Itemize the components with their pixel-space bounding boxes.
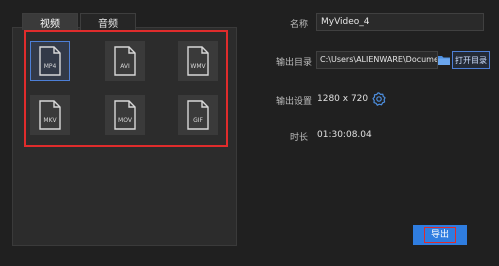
format-tile-mov[interactable]: MOV bbox=[105, 95, 145, 135]
output-settings-label: 输出设置 bbox=[276, 97, 313, 107]
gear-icon[interactable] bbox=[372, 92, 386, 106]
file-icon: MP4 bbox=[39, 46, 61, 76]
tab-bar: 视频 音频 bbox=[22, 13, 136, 30]
format-tile-wmv[interactable]: WMV bbox=[178, 41, 218, 81]
file-icon: MKV bbox=[39, 100, 61, 130]
export-button-label: 导出 bbox=[423, 227, 456, 243]
file-icon: WMV bbox=[187, 46, 209, 76]
folder-icon[interactable] bbox=[437, 53, 451, 67]
output-dir-label: 输出目录 bbox=[276, 58, 313, 68]
open-directory-button[interactable]: 打开目录 bbox=[452, 51, 490, 69]
format-label: WMV bbox=[190, 63, 206, 70]
format-label: MKV bbox=[43, 117, 57, 124]
format-label: GIF bbox=[193, 117, 203, 124]
tab-video[interactable]: 视频 bbox=[22, 13, 78, 30]
format-tile-mp4[interactable]: MP4 bbox=[30, 41, 70, 81]
tab-audio[interactable]: 音频 bbox=[80, 13, 136, 30]
name-input[interactable]: MyVideo_4 bbox=[316, 13, 484, 31]
file-icon: MOV bbox=[114, 100, 136, 130]
format-tile-gif[interactable]: GIF bbox=[178, 95, 218, 135]
format-label: MP4 bbox=[44, 63, 57, 70]
duration-value: 01:30:08.04 bbox=[317, 130, 372, 140]
output-dir-input[interactable]: C:\Users\ALIENWARE\Documents bbox=[316, 51, 438, 69]
format-label: MOV bbox=[118, 117, 133, 124]
format-tile-avi[interactable]: AVI bbox=[105, 41, 145, 81]
name-label: 名称 bbox=[290, 20, 309, 30]
export-button[interactable]: 导出 bbox=[413, 225, 467, 245]
output-resolution: 1280 x 720 bbox=[317, 94, 369, 104]
format-label: AVI bbox=[120, 63, 130, 70]
duration-label: 时长 bbox=[290, 133, 309, 143]
file-icon: GIF bbox=[187, 100, 209, 130]
format-tile-mkv[interactable]: MKV bbox=[30, 95, 70, 135]
file-icon: AVI bbox=[114, 46, 136, 76]
